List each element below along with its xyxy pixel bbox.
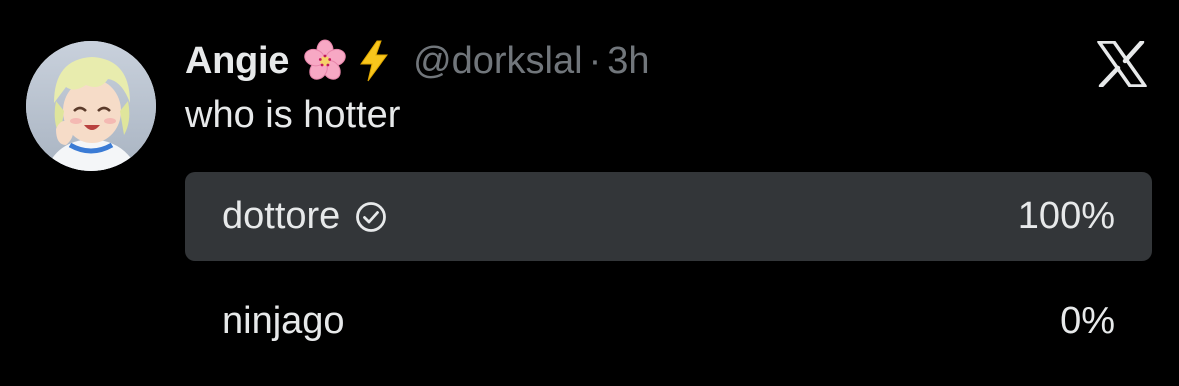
x-logo-icon[interactable] [1097,39,1147,89]
separator-dot: · [588,39,602,82]
poll-option-label: ninjago [222,277,345,366]
cherry-blossom-icon [303,39,347,83]
poll-option-label: dottore [222,172,388,261]
check-circle-icon [354,200,388,234]
tweet-header: Angie @dorkslal · 3h [185,34,650,88]
author-name[interactable]: Angie [185,40,289,83]
timestamp[interactable]: 3h [607,40,649,83]
avatar[interactable] [26,41,156,171]
poll-option-percent: 0% [1060,300,1115,342]
tweet-text: who is hotter [185,94,401,136]
high-voltage-icon [357,39,391,83]
poll-option-text: ninjago [222,300,345,342]
author-handle[interactable]: @dorkslal [413,40,583,83]
poll-option-dottore[interactable]: dottore 100% [185,172,1152,261]
poll-option-ninjago[interactable]: ninjago 0% [185,277,1152,366]
tweet-card[interactable]: Angie @dorkslal · 3h who is hotter dotto… [0,0,1179,386]
poll-option-text: dottore [222,195,341,237]
poll-option-percent: 100% [1017,195,1115,237]
